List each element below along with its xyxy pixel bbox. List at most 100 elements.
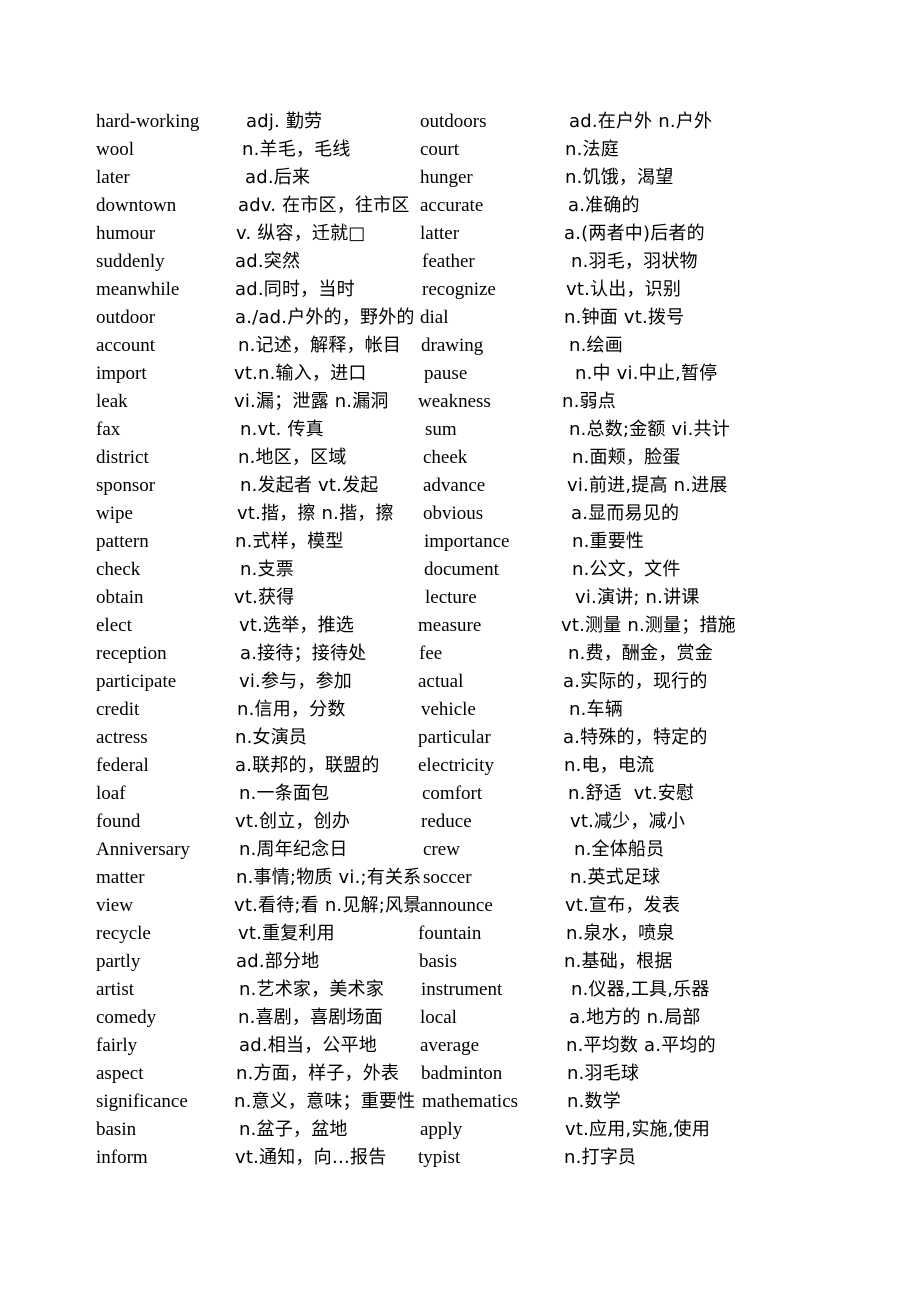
vocabulary-entry: downtown adv. 在市区，往市区 — [96, 192, 410, 220]
vocabulary-term: outdoor — [96, 307, 156, 328]
vocabulary-term: fairly — [96, 1035, 138, 1056]
vocabulary-definition: ad.相当，公平地 — [239, 1035, 377, 1056]
vocabulary-definition: n.重要性 — [572, 531, 645, 552]
vocabulary-definition: n.意义，意味；重要性 — [234, 1091, 416, 1112]
vocabulary-definition: n.盆子，盆地 — [239, 1119, 348, 1140]
vocabulary-term: court — [420, 139, 460, 160]
vocabulary-entry: actress n.女演员 — [96, 724, 410, 752]
vocabulary-definition: vt.宣布，发表 — [565, 895, 681, 916]
vocabulary-entry: significance n.意义，意味；重要性 — [96, 1088, 415, 1116]
vocabulary-definition: a.地方的 n.局部 — [569, 1007, 701, 1028]
vocabulary-entry: accurate a.准确的 — [418, 192, 920, 220]
vocabulary-term: weakness — [418, 391, 491, 412]
vocabulary-entry: mathematics n.数学 — [418, 1088, 920, 1116]
vocabulary-entry: soccer n.英式足球 — [418, 864, 920, 892]
vocabulary-definition: vt.重复利用 — [238, 923, 335, 944]
vocabulary-term: participate — [96, 671, 177, 692]
vocabulary-definition: n.羊毛，毛线 — [242, 139, 351, 160]
vocabulary-entry: particular a.特殊的，特定的 — [418, 724, 920, 752]
vocabulary-definition: vi.参与，参加 — [239, 671, 352, 692]
vocabulary-definition: a.接待；接待处 — [240, 643, 367, 664]
vocabulary-entry: instrument n.仪器,工具,乐器 — [418, 976, 920, 1004]
vocabulary-definition: n.打字员 — [564, 1147, 637, 1168]
vocabulary-term: artist — [96, 979, 134, 1000]
vocabulary-entry: view vt.看待;看 n.见解;风景 — [96, 892, 421, 920]
vocabulary-term: feather — [422, 251, 475, 272]
vocabulary-term: importance — [424, 531, 510, 552]
vocabulary-entry: lecture vi.演讲; n.讲课 — [418, 584, 920, 612]
vocabulary-term: soccer — [423, 867, 472, 888]
vocabulary-entry: pause n.中 vi.中止,暂停 — [418, 360, 920, 388]
vocabulary-definition: vt.通知，向…报告 — [235, 1147, 387, 1168]
vocabulary-term: fax — [96, 419, 121, 440]
vocabulary-definition: n.艺术家，美术家 — [239, 979, 384, 1000]
vocabulary-term: humour — [96, 223, 156, 244]
vocabulary-entry: partly ad.部分地 — [96, 948, 410, 976]
vocabulary-term: recycle — [96, 923, 151, 944]
vocabulary-term: electricity — [418, 755, 494, 776]
vocabulary-entry: drawing n.绘画 — [418, 332, 920, 360]
vocabulary-definition: a.联邦的，联盟的 — [235, 755, 380, 776]
vocabulary-entry: badminton n.羽毛球 — [418, 1060, 920, 1088]
vocabulary-definition: a.特殊的，特定的 — [563, 727, 708, 748]
vocabulary-term: leak — [96, 391, 128, 412]
vocabulary-entry: humour v. 纵容，迁就□ — [96, 220, 410, 248]
vocabulary-term: check — [96, 559, 141, 580]
vocabulary-entry: meanwhile ad.同时，当时 — [96, 276, 410, 304]
vocabulary-definition: n.钟面 vt.拨号 — [564, 307, 685, 328]
vocabulary-definition: n.记述，解释，帐目 — [238, 335, 402, 356]
vocabulary-definition: adv. 在市区，往市区 — [238, 195, 410, 216]
vocabulary-entry: document n.公文，文件 — [418, 556, 920, 584]
vocabulary-term: hard-working — [96, 111, 200, 132]
vocabulary-term: actual — [418, 671, 464, 692]
vocabulary-entry: district n.地区，区域 — [96, 444, 410, 472]
vocabulary-definition: n.发起者 vt.发起 — [240, 475, 379, 496]
vocabulary-term: obvious — [423, 503, 484, 524]
vocabulary-entry: recycle vt.重复利用 — [96, 920, 410, 948]
vocabulary-entry: actual a.实际的，现行的 — [418, 668, 920, 696]
vocabulary-entry: recognize vt.认出，识别 — [418, 276, 920, 304]
vocabulary-term: basin — [96, 1119, 137, 1140]
vocabulary-definition: n.事情;物质 vi.;有关系 — [236, 867, 422, 888]
vocabulary-entry: fountain n.泉水，喷泉 — [418, 920, 920, 948]
vocabulary-definition: n.羽毛球 — [567, 1063, 640, 1084]
vocabulary-term: measure — [418, 615, 482, 636]
vocabulary-term: local — [420, 1007, 457, 1028]
vocabulary-definition: vi.演讲; n.讲课 — [575, 587, 700, 608]
vocabulary-entry: announce vt.宣布，发表 — [418, 892, 920, 920]
vocabulary-definition: n.饥饿，渴望 — [565, 167, 674, 188]
vocabulary-term: badminton — [421, 1063, 503, 1084]
vocabulary-entry: matter n.事情;物质 vi.;有关系 — [96, 864, 421, 892]
vocabulary-definition: vi.漏；泄露 n.漏洞 — [234, 391, 389, 412]
vocabulary-term: average — [420, 1035, 480, 1056]
vocabulary-term: crew — [423, 839, 460, 860]
vocabulary-entry: reduce vt.减少，减小 — [418, 808, 920, 836]
vocabulary-term: mathematics — [422, 1091, 519, 1112]
vocabulary-term: obtain — [96, 587, 144, 608]
vocabulary-entry: measure vt.测量 n.测量；措施 — [418, 612, 920, 640]
vocabulary-term: reduce — [421, 811, 472, 832]
vocabulary-definition: adj. 勤劳 — [246, 111, 323, 132]
vocabulary-entry: reception a.接待；接待处 — [96, 640, 410, 668]
vocabulary-entry: local a.地方的 n.局部 — [418, 1004, 920, 1032]
vocabulary-term: dial — [420, 307, 449, 328]
vocabulary-term: import — [96, 363, 147, 384]
vocabulary-definition: ad.后来 — [245, 167, 311, 188]
vocabulary-definition: n.费，酬金，赏金 — [568, 643, 713, 664]
vocabulary-entry: inform vt.通知，向…报告 — [96, 1144, 410, 1172]
vocabulary-entry: apply vt.应用,实施,使用 — [418, 1116, 920, 1144]
vocabulary-definition: n.弱点 — [562, 391, 616, 412]
vocabulary-definition: vt.选举，推选 — [239, 615, 355, 636]
vocabulary-entry: fax n.vt. 传真 — [96, 416, 410, 444]
vocabulary-entry: credit n.信用，分数 — [96, 696, 410, 724]
vocabulary-entry: fee n.费，酬金，赏金 — [418, 640, 920, 668]
vocabulary-entry: fairly ad.相当，公平地 — [96, 1032, 410, 1060]
vocabulary-term: elect — [96, 615, 132, 636]
vocabulary-entry: federal a.联邦的，联盟的 — [96, 752, 410, 780]
vocabulary-term: district — [96, 447, 149, 468]
vocabulary-term: meanwhile — [96, 279, 180, 300]
vocabulary-entry: pattern n.式样，模型 — [96, 528, 410, 556]
vocabulary-definition: vt.应用,实施,使用 — [565, 1119, 711, 1140]
vocabulary-term: pattern — [96, 531, 149, 552]
vocabulary-term: matter — [96, 867, 145, 888]
